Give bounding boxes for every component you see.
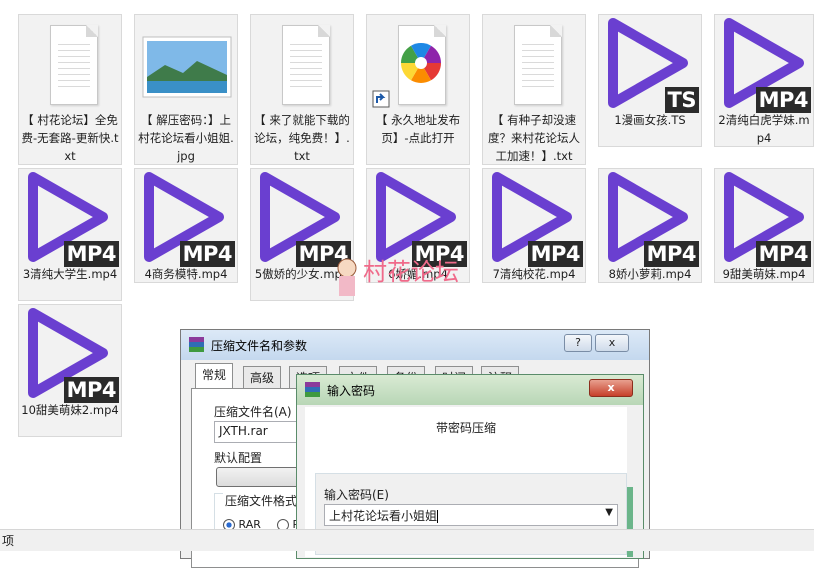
tab-advanced[interactable]: 高级 bbox=[243, 366, 282, 388]
file-type-badge: TS bbox=[664, 87, 699, 113]
file-name: 3清纯大学生.mp4 bbox=[22, 267, 118, 281]
compress-titlebar[interactable]: 压缩文件名和参数 ? x bbox=[181, 330, 649, 360]
file-name: 2清纯白虎学妹.mp4 bbox=[718, 113, 810, 145]
file-name: 8娇小萝莉.mp4 bbox=[608, 267, 692, 281]
password-title: 输入密码 bbox=[327, 384, 376, 398]
winrar-icon bbox=[189, 337, 204, 352]
status-bar: 项 bbox=[0, 529, 814, 551]
file-type-badge: MP4 bbox=[63, 377, 119, 403]
video-file-icon: MP4 bbox=[483, 169, 585, 271]
format-group-label: 压缩文件格式 bbox=[223, 492, 300, 509]
watermark-text: 村花论坛 bbox=[363, 258, 459, 286]
file-name: 7清纯校花.mp4 bbox=[492, 267, 576, 281]
password-input[interactable]: 上村花论坛看小姐姐 ▼ bbox=[324, 504, 618, 526]
file-type-badge: MP4 bbox=[179, 241, 235, 267]
file-type-badge: MP4 bbox=[643, 241, 699, 267]
video-file-icon: TS bbox=[599, 15, 701, 117]
filename-label: 压缩文件名(A) bbox=[214, 405, 292, 419]
file-item[interactable]: 【 解压密码：】上村花论坛看小姐姐.jpg bbox=[134, 14, 238, 165]
text-file-icon bbox=[251, 15, 353, 117]
winrar-icon bbox=[305, 382, 320, 397]
compress-close-button[interactable]: x bbox=[595, 334, 629, 352]
file-item[interactable]: MP4 9甜美萌妹.mp4 bbox=[714, 168, 814, 283]
file-item[interactable]: MP4 10甜美萌妹2.mp4 bbox=[18, 304, 122, 437]
file-item[interactable]: 【 村花论坛】全免费-无套路-更新快.txt bbox=[18, 14, 122, 165]
shortcut-file-icon bbox=[367, 15, 469, 117]
file-item[interactable]: 【 有种子却没速度？来村花论坛人工加速！】.txt bbox=[482, 14, 586, 165]
watermark-logo: 村花论坛 bbox=[333, 250, 493, 300]
file-name: 10甜美萌妹2.mp4 bbox=[21, 403, 119, 417]
dropdown-arrow-icon[interactable]: ▼ bbox=[605, 507, 613, 518]
image-file-icon bbox=[135, 15, 237, 117]
file-name: 【 解压密码：】上村花论坛看小姐姐.jpg bbox=[138, 113, 234, 163]
password-label: 输入密码(E) bbox=[324, 488, 389, 502]
video-file-icon: MP4 bbox=[19, 305, 121, 407]
default-config-label: 默认配置 bbox=[214, 451, 263, 465]
help-button[interactable]: ? bbox=[564, 334, 592, 352]
file-item[interactable]: MP4 8娇小萝莉.mp4 bbox=[598, 168, 702, 283]
file-name: 【 来了就能下载的论坛，纯免费！】.txt bbox=[254, 113, 350, 163]
file-item[interactable]: MP4 2清纯白虎学妹.mp4 bbox=[714, 14, 814, 147]
file-item[interactable]: MP4 4商务模特.mp4 bbox=[134, 168, 238, 283]
password-close-button[interactable]: x bbox=[589, 379, 633, 397]
file-item[interactable]: 【 来了就能下载的论坛，纯免费！】.txt bbox=[250, 14, 354, 165]
tab-general[interactable]: 常规 bbox=[195, 363, 234, 389]
file-type-badge: MP4 bbox=[755, 241, 811, 267]
video-file-icon: MP4 bbox=[19, 169, 121, 271]
text-file-icon bbox=[483, 15, 585, 117]
file-item[interactable]: MP4 7清纯校花.mp4 bbox=[482, 168, 586, 283]
file-item[interactable]: 【 永久地址发布页】-点此打开 bbox=[366, 14, 470, 165]
file-type-badge: MP4 bbox=[755, 87, 811, 113]
file-name: 【 永久地址发布页】-点此打开 bbox=[375, 113, 461, 145]
video-file-icon: MP4 bbox=[715, 169, 813, 271]
file-name: 4商务模特.mp4 bbox=[144, 267, 228, 281]
file-name: 【 有种子却没速度？来村花论坛人工加速！】.txt bbox=[488, 113, 580, 163]
video-file-icon: MP4 bbox=[715, 15, 813, 117]
password-heading: 带密码压缩 bbox=[435, 421, 496, 435]
text-cursor bbox=[437, 510, 439, 523]
file-type-badge: MP4 bbox=[527, 241, 583, 267]
text-file-icon bbox=[19, 15, 121, 117]
file-item[interactable]: MP4 3清纯大学生.mp4 bbox=[18, 168, 122, 301]
password-titlebar[interactable]: 输入密码 x bbox=[297, 375, 643, 405]
file-item[interactable]: TS 1漫画女孩.TS bbox=[598, 14, 702, 147]
file-name: 1漫画女孩.TS bbox=[614, 113, 686, 127]
video-file-icon: MP4 bbox=[599, 169, 701, 271]
file-name: 9甜美萌妹.mp4 bbox=[722, 267, 806, 281]
file-name: 【 村花论坛】全免费-无套路-更新快.txt bbox=[21, 113, 119, 163]
compress-title: 压缩文件名和参数 bbox=[211, 339, 308, 353]
status-text: 项 bbox=[2, 534, 15, 548]
file-type-badge: MP4 bbox=[63, 241, 119, 267]
video-file-icon: MP4 bbox=[135, 169, 237, 271]
